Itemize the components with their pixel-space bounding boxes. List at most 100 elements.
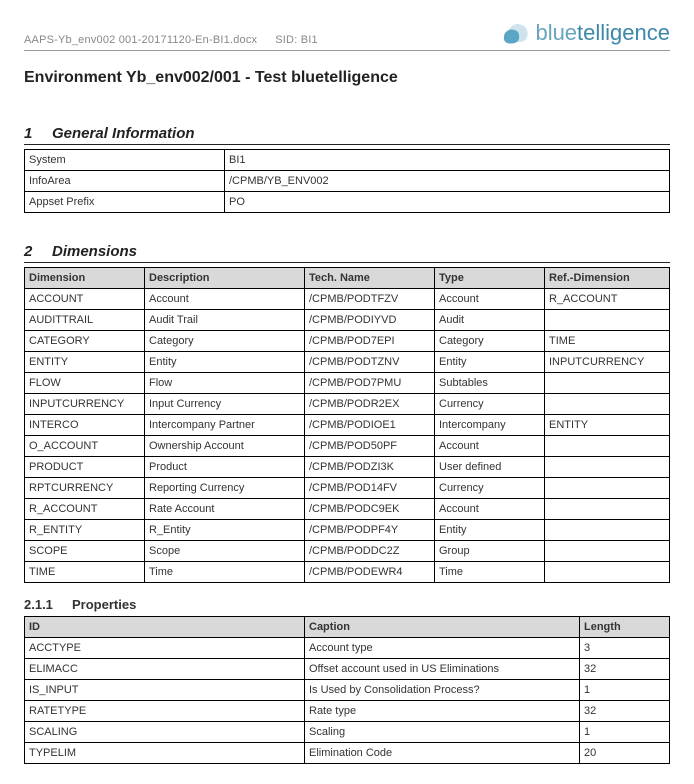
section-label: Dimensions xyxy=(52,243,137,260)
table-row: IS_INPUTIs Used by Consolidation Process… xyxy=(25,680,670,701)
cell: /CPMB/PODDC2Z xyxy=(305,541,435,562)
cell: R_ACCOUNT xyxy=(25,499,145,520)
cell xyxy=(545,310,670,331)
table-row: ENTITYEntity/CPMB/PODTZNVEntityINPUTCURR… xyxy=(25,352,670,373)
cell: ELIMACC xyxy=(25,659,305,680)
cell: ENTITY xyxy=(25,352,145,373)
cell: Flow xyxy=(145,373,305,394)
column-header: Length xyxy=(580,617,670,638)
column-header: Caption xyxy=(305,617,580,638)
cell: Entity xyxy=(435,352,545,373)
cell: /CPMB/POD7EPI xyxy=(305,331,435,352)
cell-value: BI1 xyxy=(225,150,670,171)
table-row: TIMETime/CPMB/PODEWR4Time xyxy=(25,562,670,583)
cell xyxy=(545,541,670,562)
cell: SCOPE xyxy=(25,541,145,562)
cell: RPTCURRENCY xyxy=(25,478,145,499)
cell xyxy=(545,499,670,520)
table-row: ACCOUNTAccount/CPMB/PODTFZVAccountR_ACCO… xyxy=(25,289,670,310)
cell: R_ENTITY xyxy=(25,520,145,541)
cell: O_ACCOUNT xyxy=(25,436,145,457)
cell xyxy=(545,520,670,541)
cell: TYPELIM xyxy=(25,743,305,764)
cell: Rate Account xyxy=(145,499,305,520)
brand-logo: bluetelligence xyxy=(501,20,670,46)
page-title: Environment Yb_env002/001 - Test bluetel… xyxy=(24,69,670,87)
cell: R_ACCOUNT xyxy=(545,289,670,310)
cell: Input Currency xyxy=(145,394,305,415)
cell: /CPMB/PODIOE1 xyxy=(305,415,435,436)
section-number: 2 xyxy=(24,243,52,260)
cell: Reporting Currency xyxy=(145,478,305,499)
cell xyxy=(545,457,670,478)
table-row: INTERCOIntercompany Partner/CPMB/PODIOE1… xyxy=(25,415,670,436)
cell: 3 xyxy=(580,638,670,659)
cell: Time xyxy=(435,562,545,583)
subsection-number: 2.1.1 xyxy=(24,597,72,612)
cell-key: Appset Prefix xyxy=(25,192,225,213)
cell: 32 xyxy=(580,659,670,680)
cell: RATETYPE xyxy=(25,701,305,722)
table-row: ACCTYPEAccount type3 xyxy=(25,638,670,659)
cell: User defined xyxy=(435,457,545,478)
cell: IS_INPUT xyxy=(25,680,305,701)
doc-meta: AAPS-Yb_env002 001-20171120-En-BI1.docxS… xyxy=(24,34,318,46)
section-label: General Information xyxy=(52,125,195,142)
column-header: Ref.-Dimension xyxy=(545,268,670,289)
cell: Scaling xyxy=(305,722,580,743)
column-header: Dimension xyxy=(25,268,145,289)
cell: Audit xyxy=(435,310,545,331)
cell: Intercompany Partner xyxy=(145,415,305,436)
table-row: R_ENTITYR_Entity/CPMB/PODPF4YEntity xyxy=(25,520,670,541)
table-row: O_ACCOUNTOwnership Account/CPMB/POD50PFA… xyxy=(25,436,670,457)
dimensions-table: DimensionDescriptionTech. NameTypeRef.-D… xyxy=(24,267,670,583)
subsection-label: Properties xyxy=(72,597,136,612)
cell: Audit Trail xyxy=(145,310,305,331)
column-header: Description xyxy=(145,268,305,289)
cell: R_Entity xyxy=(145,520,305,541)
table-row: INPUTCURRENCYInput Currency/CPMB/PODR2EX… xyxy=(25,394,670,415)
cell: Category xyxy=(435,331,545,352)
cell xyxy=(545,373,670,394)
cell: INPUTCURRENCY xyxy=(25,394,145,415)
cell: Account xyxy=(435,289,545,310)
cell: TIME xyxy=(25,562,145,583)
cell: Is Used by Consolidation Process? xyxy=(305,680,580,701)
cell: PRODUCT xyxy=(25,457,145,478)
cell: /CPMB/PODIYVD xyxy=(305,310,435,331)
cell-value: PO xyxy=(225,192,670,213)
cell-key: System xyxy=(25,150,225,171)
cell: /CPMB/PODTZNV xyxy=(305,352,435,373)
cell: Account xyxy=(145,289,305,310)
cell-value: /CPMB/YB_ENV002 xyxy=(225,171,670,192)
cell: Account xyxy=(435,499,545,520)
cell: ACCOUNT xyxy=(25,289,145,310)
section-general-heading: 1General Information xyxy=(24,125,670,145)
table-row: TYPELIMElimination Code20 xyxy=(25,743,670,764)
cell: 1 xyxy=(580,722,670,743)
column-header: Tech. Name xyxy=(305,268,435,289)
cell: Group xyxy=(435,541,545,562)
cell: FLOW xyxy=(25,373,145,394)
table-row: PRODUCTProduct/CPMB/PODZI3KUser defined xyxy=(25,457,670,478)
cell: Scope xyxy=(145,541,305,562)
cell: Currency xyxy=(435,478,545,499)
cell: Currency xyxy=(435,394,545,415)
section-number: 1 xyxy=(24,125,52,142)
cell: INPUTCURRENCY xyxy=(545,352,670,373)
cell: Intercompany xyxy=(435,415,545,436)
cell xyxy=(545,394,670,415)
cell: Entity xyxy=(435,520,545,541)
cell: /CPMB/PODC9EK xyxy=(305,499,435,520)
doc-filename: AAPS-Yb_env002 001-20171120-En-BI1.docx xyxy=(24,34,257,46)
column-header: Type xyxy=(435,268,545,289)
cell: 32 xyxy=(580,701,670,722)
table-row: InfoArea/CPMB/YB_ENV002 xyxy=(25,171,670,192)
page-header: AAPS-Yb_env002 001-20171120-En-BI1.docxS… xyxy=(24,20,670,46)
cell: Product xyxy=(145,457,305,478)
cell: Account xyxy=(435,436,545,457)
cell: SCALING xyxy=(25,722,305,743)
cell: Ownership Account xyxy=(145,436,305,457)
cell: /CPMB/POD50PF xyxy=(305,436,435,457)
table-row: Appset PrefixPO xyxy=(25,192,670,213)
